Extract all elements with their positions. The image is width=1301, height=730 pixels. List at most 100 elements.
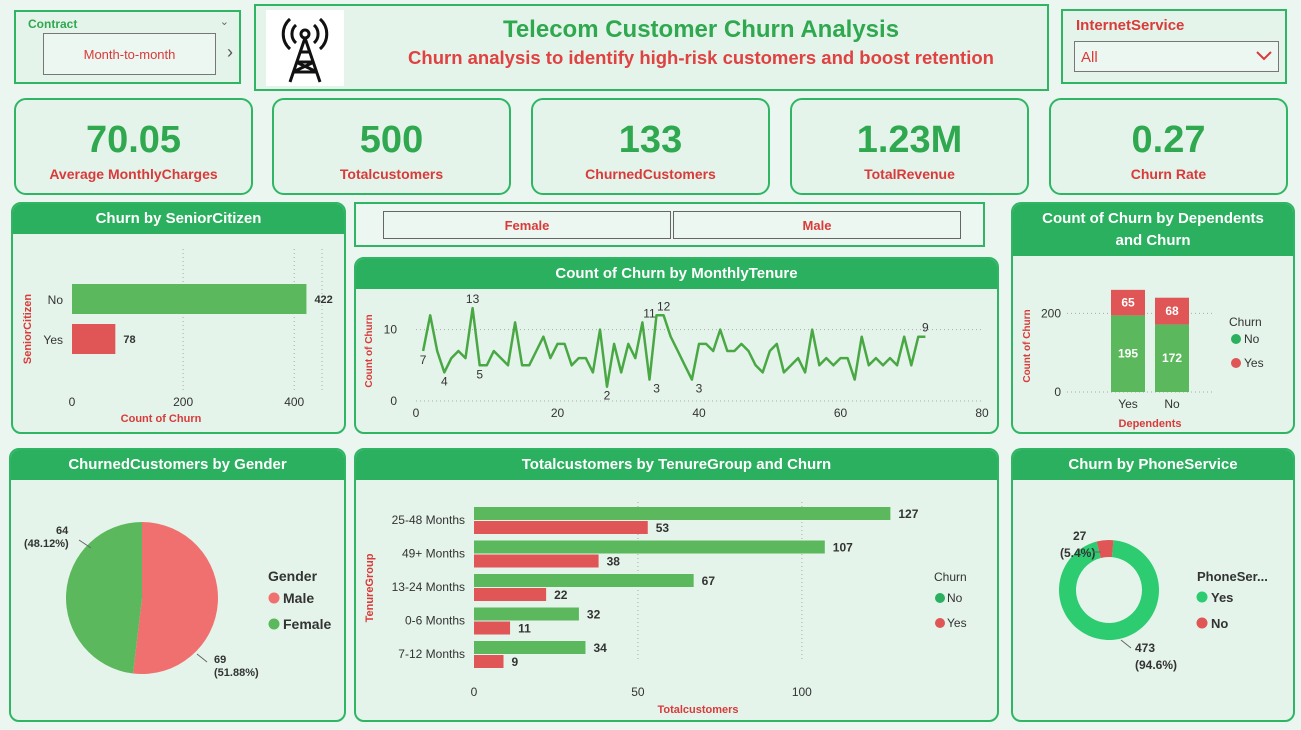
x-tick-label: 400	[284, 395, 304, 409]
contract-label: Contract	[28, 17, 78, 31]
y-axis-title: Count of Churn	[1022, 309, 1033, 382]
data-label: 78	[123, 334, 135, 346]
x-tick-label: 50	[631, 685, 645, 699]
contract-value-box[interactable]: Month-to-month	[43, 33, 216, 75]
data-label: 195	[1118, 347, 1138, 361]
chevron-right-icon[interactable]: ›	[227, 42, 233, 63]
bar	[474, 641, 586, 654]
data-label: 172	[1162, 351, 1182, 365]
data-label: 38	[607, 555, 621, 569]
legend-label: Yes	[947, 616, 967, 630]
data-label: 3	[653, 382, 660, 396]
category-label: No	[1164, 397, 1180, 411]
page-title: Telecom Customer Churn Analysis	[502, 16, 900, 43]
senior-citizen-panel: Churn by SeniorCitizen 0 200 400 No 422 Yes 78…	[11, 202, 346, 434]
bar	[474, 574, 694, 587]
kpi-value: 1.23M	[856, 119, 963, 161]
chevron-down-icon[interactable]	[1256, 51, 1272, 61]
internet-service-value: All	[1081, 49, 1098, 66]
panel-title: Totalcustomers by TenureGroup and Churn	[356, 450, 997, 480]
data-label: 422	[314, 294, 332, 306]
data-label: 2	[604, 389, 611, 403]
data-label: 4	[441, 374, 448, 388]
legend-label: Male	[283, 590, 314, 606]
bar	[474, 607, 579, 621]
bar	[474, 621, 511, 635]
legend-marker	[268, 592, 280, 604]
internet-service-slicer: InternetService All	[1061, 9, 1287, 84]
y-axis-title: TenureGroup	[364, 553, 376, 622]
legend-title: PhoneSer...	[1197, 569, 1268, 584]
gender-option-label: Female	[504, 217, 550, 233]
internet-service-label: InternetService	[1076, 17, 1185, 34]
kpi-label: TotalRevenue	[864, 166, 955, 182]
kpi-label: Average MonthlyCharges	[49, 166, 218, 182]
tenure-group-panel: Totalcustomers by TenureGroup and Churn …	[354, 448, 999, 722]
legend-marker	[935, 618, 945, 628]
data-label: 3	[696, 382, 703, 396]
legend-marker	[268, 618, 280, 630]
data-label: 65	[1121, 296, 1135, 310]
legend-marker	[935, 593, 945, 603]
bar	[474, 540, 825, 554]
kpi-value: 70.05	[85, 119, 182, 161]
category-label: 0-6 Months	[405, 614, 465, 628]
y-tick-label: 10	[384, 323, 398, 337]
leader-line	[1120, 639, 1132, 649]
page-subtitle: Churn analysis to identify high-risk cus…	[408, 47, 994, 68]
kpi-total-customers: 500 Totalcustomers	[272, 98, 511, 195]
data-label: 127	[898, 507, 918, 521]
x-axis-title: Totalcustomers	[657, 704, 738, 716]
bar	[474, 521, 648, 534]
x-tick-label: 0	[69, 395, 76, 409]
y-axis-title: Count of Churn	[364, 314, 375, 387]
category-label: 25-48 Months	[392, 513, 465, 527]
data-label: (48.12%)	[24, 538, 69, 550]
legend-marker	[1231, 358, 1241, 368]
data-label: 27	[1073, 529, 1087, 543]
x-tick-label: 0	[413, 406, 420, 420]
category-label: 13-24 Months	[392, 580, 465, 594]
monthly-tenure-chart: 0 10 0 20 40 60 80 74 13 5 2 11 3 12 3 9 Count of Churn	[364, 292, 989, 420]
gender-option-male[interactable]: Male	[673, 211, 961, 239]
y-tick-label: 200	[1041, 306, 1061, 320]
data-label: 13	[466, 292, 480, 306]
x-axis-title: Count of Churn	[121, 413, 202, 425]
kpi-average-monthly-charges: 70.05 Average MonthlyCharges	[14, 98, 253, 195]
x-tick-label: 100	[792, 685, 812, 699]
data-label: 68	[1165, 304, 1179, 318]
kpi-label: ChurnedCustomers	[585, 166, 716, 182]
kpi-value: 500	[359, 119, 424, 161]
gender-option-female[interactable]: Female	[383, 211, 671, 239]
dependents-panel: Count of Churn by Dependents and Churn 0…	[1011, 202, 1295, 434]
y-tick-label: 0	[390, 394, 397, 408]
gender-pie-chart: 69(51.88%) 64(48.12%) Gender Male Female	[24, 522, 331, 679]
chevron-down-icon[interactable]: ⌄	[220, 15, 229, 28]
kpi-churn-rate: 0.27 Churn Rate	[1049, 98, 1288, 195]
kpi-total-revenue: 1.23M TotalRevenue	[790, 98, 1029, 195]
legend-label: No	[947, 591, 963, 605]
data-label: (51.88%)	[214, 667, 259, 679]
internet-service-dropdown[interactable]: All	[1074, 41, 1279, 72]
gender-option-label: Male	[802, 217, 832, 233]
x-tick-label: 0	[471, 685, 478, 699]
dependents-chart: 0 200 195 65 Yes 172 68 No Dependents Count of Ch…	[1022, 289, 1264, 430]
data-label: 107	[833, 541, 853, 555]
x-tick-label: 200	[173, 395, 193, 409]
legend-title: Churn	[1229, 315, 1262, 329]
data-label: 32	[587, 608, 601, 622]
bar	[474, 554, 599, 568]
panel-title: ChurnedCustomers by Gender	[11, 450, 344, 480]
data-label: 22	[554, 588, 568, 602]
data-label: 473	[1135, 641, 1155, 655]
pie-slice	[66, 522, 142, 674]
bar	[72, 284, 307, 314]
gender-panel: ChurnedCustomers by Gender 69 (51.88%) 64(…	[9, 448, 346, 722]
data-label: 9	[922, 321, 929, 335]
bar	[474, 507, 891, 520]
category-label: Yes	[1118, 397, 1138, 411]
tenure-group-chart: 0 50 100 127 53 25-48 Months 107 38 49+ Months 67…	[364, 502, 967, 716]
contract-value: Month-to-month	[83, 46, 176, 62]
x-tick-label: 80	[975, 406, 989, 420]
bar	[72, 324, 116, 354]
